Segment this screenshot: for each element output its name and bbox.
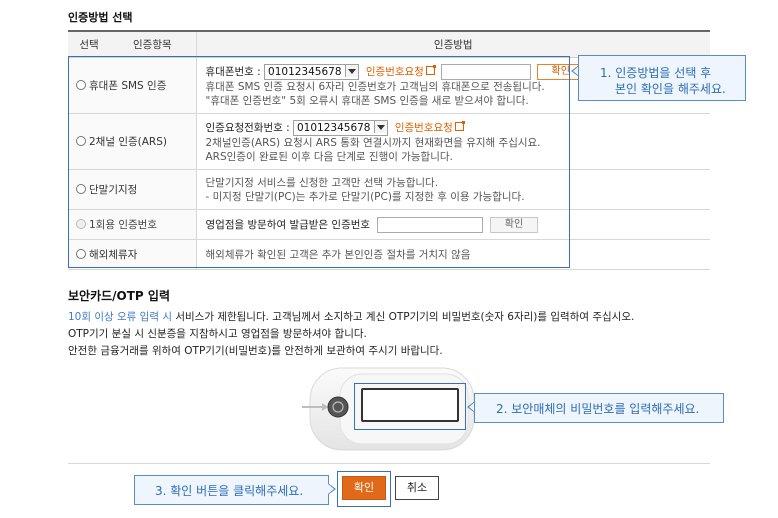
otp-warning: 10회 이상 오류 입력 시 [68, 311, 172, 323]
callout3-arrow [328, 483, 336, 495]
otp-desc-3: 안전한 금융거래를 위하여 OTP기기(비밀번호)를 안전하게 보관하여 주시기… [68, 345, 443, 357]
header-item: 인증항목 [133, 39, 172, 51]
divider [68, 463, 710, 464]
callout-step3: 3. 확인 버튼을 클릭해주세요. [134, 475, 329, 505]
otp-highlight-frame [354, 383, 466, 430]
callout-step1: 1. 인증방법을 선택 후 본인 확인을 해주세요. [578, 55, 746, 101]
confirm-button[interactable]: 확인 [342, 476, 386, 500]
callout-step3-text: 3. 확인 버튼을 클릭해주세요. [155, 484, 304, 498]
callout-step2: 2. 보안매체의 비밀번호를 입력해주세요. [474, 393, 724, 423]
method-highlight-frame [68, 56, 570, 268]
power-button-icon [327, 396, 349, 418]
header-method: 인증방법 [195, 30, 710, 58]
cancel-button[interactable]: 취소 [395, 476, 439, 500]
otp-desc-1: 10회 이상 오류 입력 시 서비스가 제한됩니다. 고객님께서 소지하고 계신… [68, 311, 635, 323]
table-header-row: 선택 인증항목 인증방법 [68, 30, 710, 58]
header-select: 선택 [79, 39, 99, 51]
otp-section-title: 보안카드/OTP 입력 [68, 289, 170, 303]
auth-section-title: 인증방법 선택 [68, 11, 133, 24]
callout-step2-text: 2. 보안매체의 비밀번호를 입력해주세요. [496, 402, 700, 416]
otp-desc-2: OTP기기 분실 시 신분증을 지참하시고 영업점을 방문하셔야 합니다. [68, 328, 367, 340]
callout-step1-line2: 본인 확인을 해주세요. [615, 82, 726, 96]
callout-step1-line1: 1. 인증방법을 선택 후 [600, 66, 712, 80]
